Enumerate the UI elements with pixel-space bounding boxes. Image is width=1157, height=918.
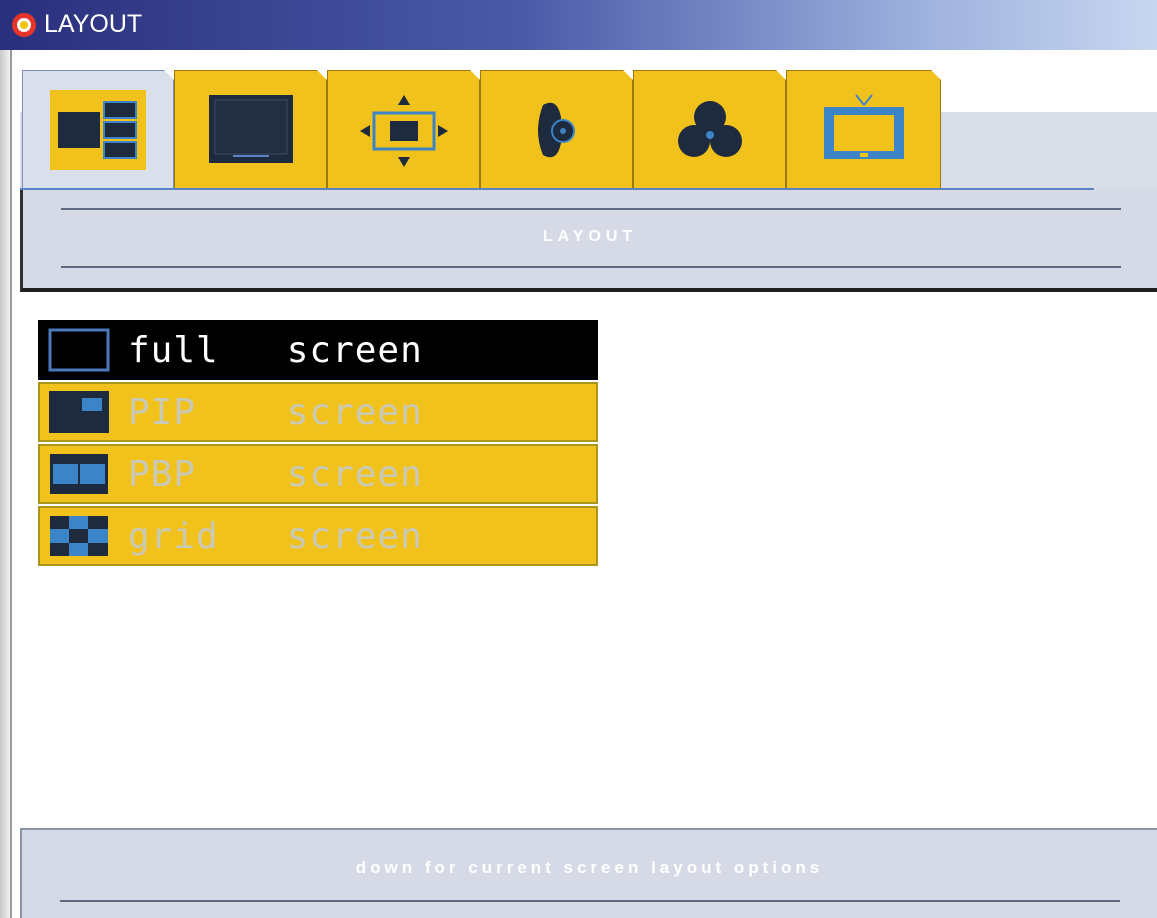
option-label: PIP screen [128,391,423,433]
tab-monitor[interactable] [174,70,327,188]
option-pip-screen[interactable]: PIP screen [38,382,598,442]
layout-icon [50,90,146,170]
tab-audio[interactable] [480,70,633,188]
grid-screen-icon [48,514,110,558]
option-label: grid screen [128,515,423,557]
footer-rule [60,900,1120,902]
window-frame-left [0,50,12,918]
tab-tv[interactable] [786,70,941,188]
full-screen-icon [48,328,110,372]
tab-color[interactable] [633,70,786,188]
header-rule-bottom [61,266,1121,268]
title-bar: LAYOUT [0,0,1157,50]
help-text: down for current screen layout options [355,858,824,877]
color-icon [662,91,758,169]
option-full-screen[interactable]: full screen [38,320,598,380]
layout-option-list: full screen PIP screen PBP screen grid s… [38,320,598,568]
window-title: LAYOUT [44,10,143,38]
header-rule-top [61,208,1121,210]
option-pbp-screen[interactable]: PBP screen [38,444,598,504]
app-logo-icon [12,13,36,37]
section-header: LAYOUT [20,190,1157,292]
option-grid-screen[interactable]: grid screen [38,506,598,566]
monitor-icon [203,91,299,169]
option-label: PBP screen [128,453,423,495]
pbp-screen-icon [48,452,110,496]
tab-position[interactable] [327,70,480,188]
option-label: full screen [128,329,423,371]
section-title: LAYOUT [542,228,638,245]
help-footer: down for current screen layout options [20,828,1157,918]
audio-icon [509,91,605,169]
tab-layout[interactable] [22,70,174,188]
position-icon [356,91,452,169]
tv-icon [816,91,912,169]
pip-screen-icon [48,390,110,434]
